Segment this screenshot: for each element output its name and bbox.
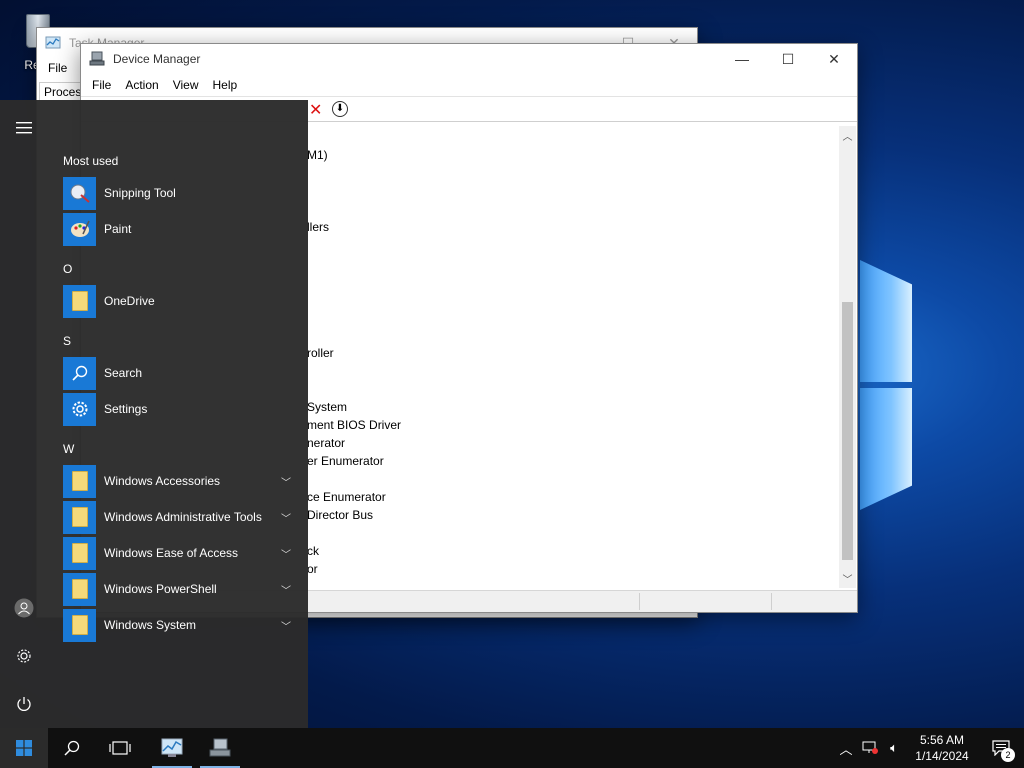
tree-item[interactable]: roller — [307, 346, 334, 360]
app-search[interactable]: Search — [63, 356, 301, 390]
folder-icon — [63, 608, 96, 642]
chevron-down-icon[interactable]: ﹀ — [281, 618, 291, 633]
section-s: S — [63, 334, 72, 348]
section-w: W — [63, 442, 75, 456]
notification-count-badge: 2 — [1001, 748, 1015, 762]
section-o: O — [63, 262, 73, 276]
user-account-icon[interactable] — [0, 588, 48, 628]
clock-date: 1/14/2024 — [915, 749, 969, 763]
task-view-icon — [109, 741, 131, 755]
clock[interactable]: 5:56 AM 1/14/2024 — [906, 732, 978, 764]
tree-item[interactable]: ce Enumerator — [307, 490, 386, 504]
device-manager-menubar: File Action View Help — [81, 74, 857, 96]
tm-menu-file[interactable]: File — [41, 61, 74, 75]
snipping-tool-icon — [63, 176, 96, 210]
network-icon[interactable] — [858, 739, 882, 758]
minimize-button[interactable]: — — [719, 44, 765, 74]
folder-icon — [63, 536, 96, 570]
tree-item[interactable]: Director Bus — [307, 508, 373, 522]
app-onedrive[interactable]: OneDrive — [63, 284, 301, 318]
task-manager-icon — [161, 738, 183, 757]
vertical-scrollbar[interactable]: ︿ ﹀ — [839, 126, 856, 588]
folder-windows-system[interactable]: Windows System ﹀ — [63, 608, 301, 642]
scrollbar-thumb[interactable] — [842, 302, 853, 560]
start-app-list: Most used Snipping Tool Paint O OneDrive… — [48, 100, 308, 728]
folder-icon — [63, 572, 96, 606]
menu-action[interactable]: Action — [118, 78, 165, 92]
folder-icon — [63, 464, 96, 498]
tree-item[interactable]: System — [307, 400, 347, 414]
app-snipping-tool[interactable]: Snipping Tool — [63, 176, 301, 210]
tree-item[interactable]: or — [307, 562, 318, 576]
scroll-up-arrow-icon[interactable]: ︿ — [839, 128, 856, 143]
windows-wallpaper-logo — [860, 240, 912, 510]
device-manager-icon — [89, 51, 105, 66]
device-manager-icon — [209, 738, 231, 757]
taskbar: ︿ 🔈︎ 5:56 AM 1/14/2024 2 — [0, 728, 1024, 768]
chevron-down-icon[interactable]: ﹀ — [281, 474, 291, 489]
tree-item[interactable]: ck — [307, 544, 319, 558]
app-label: Windows PowerShell — [104, 582, 217, 596]
task-manager-icon — [45, 36, 61, 49]
folder-windows-administrative-tools[interactable]: Windows Administrative Tools ﹀ — [63, 500, 301, 534]
taskbar-search-button[interactable] — [48, 728, 96, 768]
tree-item[interactable]: ment BIOS Driver — [307, 418, 401, 432]
onedrive-folder-icon — [63, 284, 96, 318]
windows-start-icon — [16, 740, 32, 756]
app-label: Snipping Tool — [104, 186, 176, 200]
taskbar-device-manager[interactable] — [196, 728, 244, 768]
menu-file[interactable]: File — [85, 78, 118, 92]
close-button[interactable]: ✕ — [811, 44, 857, 74]
device-manager-title: Device Manager — [113, 52, 201, 66]
chevron-down-icon[interactable]: ﹀ — [281, 510, 291, 525]
chevron-up-icon[interactable]: ︿ — [834, 739, 858, 758]
chevron-down-icon[interactable]: ﹀ — [281, 546, 291, 561]
tree-item[interactable]: llers — [307, 220, 329, 234]
device-manager-titlebar[interactable]: Device Manager — ☐ ✕ — [81, 44, 857, 74]
clock-time: 5:56 AM — [919, 733, 965, 747]
app-label: Windows Administrative Tools — [104, 510, 262, 524]
app-label: Settings — [104, 402, 148, 416]
scroll-down-arrow-icon[interactable]: ﹀ — [839, 571, 856, 586]
search-icon — [64, 740, 80, 756]
folder-windows-powershell[interactable]: Windows PowerShell ﹀ — [63, 572, 301, 606]
folder-icon — [63, 500, 96, 534]
tree-item[interactable]: er Enumerator — [307, 454, 384, 468]
app-label: Paint — [104, 222, 132, 236]
settings-icon — [63, 392, 96, 426]
settings-gear-icon[interactable] — [0, 636, 48, 676]
taskbar-task-manager[interactable] — [148, 728, 196, 768]
app-paint[interactable]: Paint — [63, 212, 301, 246]
chevron-down-icon[interactable]: ﹀ — [281, 582, 291, 597]
folder-windows-accessories[interactable]: Windows Accessories ﹀ — [63, 464, 301, 498]
hamburger-menu-icon[interactable] — [0, 108, 48, 148]
task-view-button[interactable] — [96, 728, 144, 768]
power-icon[interactable] — [0, 684, 48, 724]
app-settings[interactable]: Settings — [63, 392, 301, 426]
section-most-used: Most used — [63, 154, 119, 168]
menu-view[interactable]: View — [166, 78, 206, 92]
app-label: Search — [104, 366, 143, 380]
app-label: Windows Accessories — [104, 474, 221, 488]
tree-item[interactable]: M1) — [307, 148, 328, 162]
app-label: Windows System — [104, 618, 197, 632]
volume-icon[interactable]: 🔈︎ — [882, 740, 906, 756]
folder-windows-ease-of-access[interactable]: Windows Ease of Access ﹀ — [63, 536, 301, 570]
app-label: Windows Ease of Access — [104, 546, 239, 560]
system-tray: ︿ 🔈︎ 5:56 AM 1/14/2024 2 — [834, 728, 1024, 768]
action-center-button[interactable]: 2 — [978, 728, 1024, 768]
maximize-button[interactable]: ☐ — [765, 44, 811, 74]
update-driver-icon[interactable]: ⬇ — [332, 101, 348, 117]
app-label: OneDrive — [104, 294, 155, 308]
tree-item[interactable]: nerator — [307, 436, 345, 450]
start-menu: Most used Snipping Tool Paint O OneDrive… — [0, 100, 308, 728]
paint-icon — [63, 212, 96, 246]
start-button[interactable] — [0, 728, 48, 768]
search-icon — [63, 356, 96, 390]
uninstall-device-icon[interactable]: ✕ — [309, 100, 322, 120]
start-rail — [0, 100, 48, 728]
menu-help[interactable]: Help — [206, 78, 245, 92]
